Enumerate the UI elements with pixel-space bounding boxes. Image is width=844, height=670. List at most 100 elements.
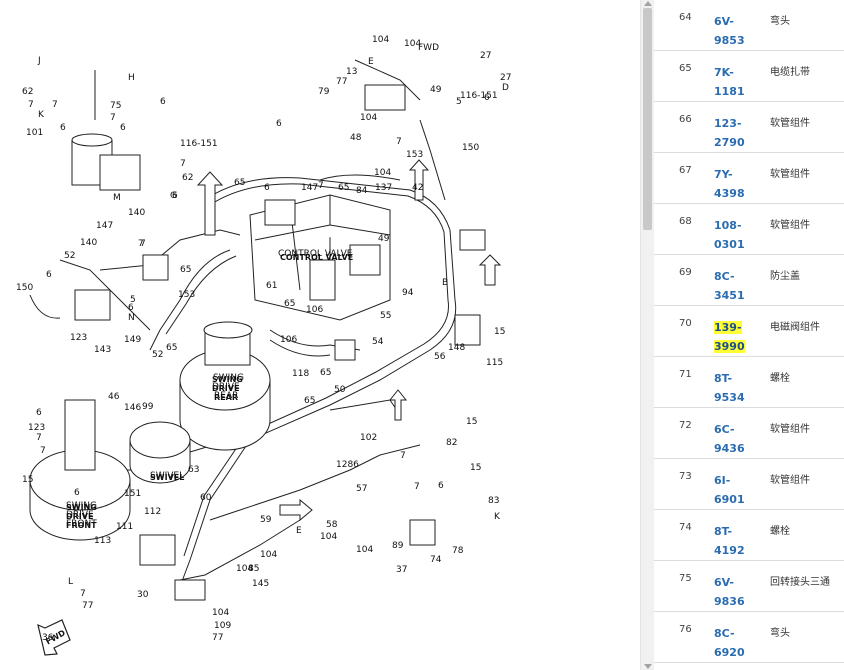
callout-label: 6 — [276, 119, 282, 129]
part-number-link[interactable]: 6V- 9836 — [714, 573, 754, 611]
parts-row: 71 8T- 9534 螺栓 — [654, 357, 844, 408]
scrollbar-thumb[interactable] — [643, 8, 652, 230]
callout-label: 104 — [212, 608, 229, 618]
part-index: 66 — [679, 114, 692, 125]
callout-label: 104 — [372, 35, 389, 45]
callout-label: 102 — [360, 433, 377, 443]
callout-label: 150 — [462, 143, 479, 153]
callout-label: 89 — [392, 541, 404, 551]
part-description: 软管组件 — [770, 475, 810, 486]
callout-label: 123 — [28, 423, 45, 433]
callout-label: 62 — [182, 173, 193, 183]
callout-label: 63 — [188, 465, 199, 475]
vertical-scrollbar[interactable] — [640, 0, 654, 670]
callout-label: 59 — [260, 515, 272, 525]
parts-row: 65 7K- 1181 电缆扎带 — [654, 51, 844, 102]
callout-label: 146 — [124, 403, 141, 413]
scroll-down-icon[interactable] — [644, 664, 652, 669]
callout-label: 15 — [22, 475, 33, 485]
part-number-link[interactable]: 6I- 6901 — [714, 471, 754, 509]
callout-label: 111 — [116, 522, 133, 532]
part-index: 72 — [679, 420, 692, 431]
callout-label: 104 — [260, 550, 277, 560]
callout-label: D — [502, 83, 509, 93]
callout-label: 85 — [248, 564, 259, 574]
callout-label: E — [296, 526, 302, 536]
callout-label: 27 — [480, 51, 491, 61]
part-number-link[interactable]: 8T- 4192 — [714, 522, 754, 560]
callout-label: 7 — [28, 100, 34, 110]
callout-label: 58 — [326, 520, 338, 530]
callout-label: 6 — [160, 97, 166, 107]
callout-label: G — [170, 191, 177, 201]
callout-label: 147 — [96, 221, 113, 231]
swing-rear-label-3: REAR — [214, 393, 238, 402]
callout-label: 6 — [60, 123, 66, 133]
callout-label: FWD — [418, 43, 439, 53]
parts-row: 68 108- 0301 软管组件 — [654, 204, 844, 255]
callout-label: 6 — [128, 303, 134, 313]
callout-label: 30 — [137, 590, 149, 600]
part-number-link[interactable]: 7K- 1181 — [714, 63, 754, 101]
callout-label: 6 — [36, 408, 42, 418]
scroll-up-icon[interactable] — [644, 1, 652, 6]
callout-label: 48 — [350, 133, 362, 143]
part-number-link[interactable]: 139- 3990 — [714, 318, 754, 356]
part-index: 71 — [679, 369, 692, 380]
callout-label: 7 — [180, 159, 186, 169]
part-number-link[interactable]: 123- 2790 — [714, 114, 754, 152]
callout-label: 65 — [234, 178, 245, 188]
callout-label: 1286 — [336, 460, 359, 470]
callout-label: 109 — [214, 621, 231, 631]
part-number-link[interactable]: 8C- 6920 — [714, 624, 754, 662]
callout-label: 145 — [252, 579, 269, 589]
callout-label: 83 — [488, 496, 499, 506]
callout-label: E — [368, 57, 374, 67]
callout-label: 6 — [46, 270, 52, 280]
part-index: 70 — [679, 318, 692, 329]
part-number-link[interactable]: 108- 0301 — [714, 216, 754, 254]
parts-row: 73 6I- 6901 软管组件 — [654, 459, 844, 510]
callout-label: L — [68, 577, 73, 587]
part-number-link[interactable]: 8C- 3451 — [714, 267, 754, 305]
callout-label: 106 — [280, 335, 297, 345]
callout-label: 65 — [284, 299, 295, 309]
callout-label: 7 — [36, 433, 42, 443]
parts-row: 67 7Y- 4398 软管组件 — [654, 153, 844, 204]
callout-label: 116-151 — [460, 91, 498, 101]
callout-label: 137 — [375, 183, 392, 193]
part-number-link[interactable]: 7Y- 4398 — [714, 165, 754, 203]
part-number-link[interactable]: 6V- 9853 — [714, 12, 754, 50]
part-description: 螺栓 — [770, 526, 790, 537]
callout-label: 147 — [301, 183, 318, 193]
callout-label: 6 — [438, 481, 444, 491]
part-index: 76 — [679, 624, 692, 635]
callout-label: 84 — [356, 186, 368, 196]
callout-label: 55 — [380, 311, 391, 321]
part-number-link[interactable]: 8T- 9534 — [714, 369, 754, 407]
part-description: 电缆扎带 — [770, 67, 810, 78]
callout-label: 79 — [318, 87, 330, 97]
callout-label: 143 — [94, 345, 111, 355]
part-index: 64 — [679, 12, 692, 23]
part-number-link[interactable]: 6C- 9436 — [714, 420, 754, 458]
callout-label: K — [494, 512, 501, 522]
callout-label: 104 — [374, 168, 391, 178]
callout-label: 106 — [306, 305, 323, 315]
parts-row: 76 8C- 6920 弯头 — [654, 612, 844, 663]
callout-label: B — [442, 278, 448, 288]
callout-label: 116-151 — [180, 139, 218, 149]
part-index: 67 — [679, 165, 692, 176]
callout-label: 65 — [320, 368, 331, 378]
callout-label: 15 — [470, 463, 481, 473]
control-valve-label: CONTROL VALVE — [280, 253, 353, 262]
callout-label: 6 — [120, 123, 126, 133]
callout-label: 65 — [180, 265, 191, 275]
callout-label: 149 — [124, 335, 141, 345]
part-description: 弯头 — [770, 16, 790, 27]
callout-label: 7 — [40, 446, 46, 456]
callout-label: 54 — [372, 337, 384, 347]
callout-label: 52 — [64, 251, 75, 261]
callout-label: 7 — [110, 113, 116, 123]
callout-label: 6 — [484, 93, 490, 103]
